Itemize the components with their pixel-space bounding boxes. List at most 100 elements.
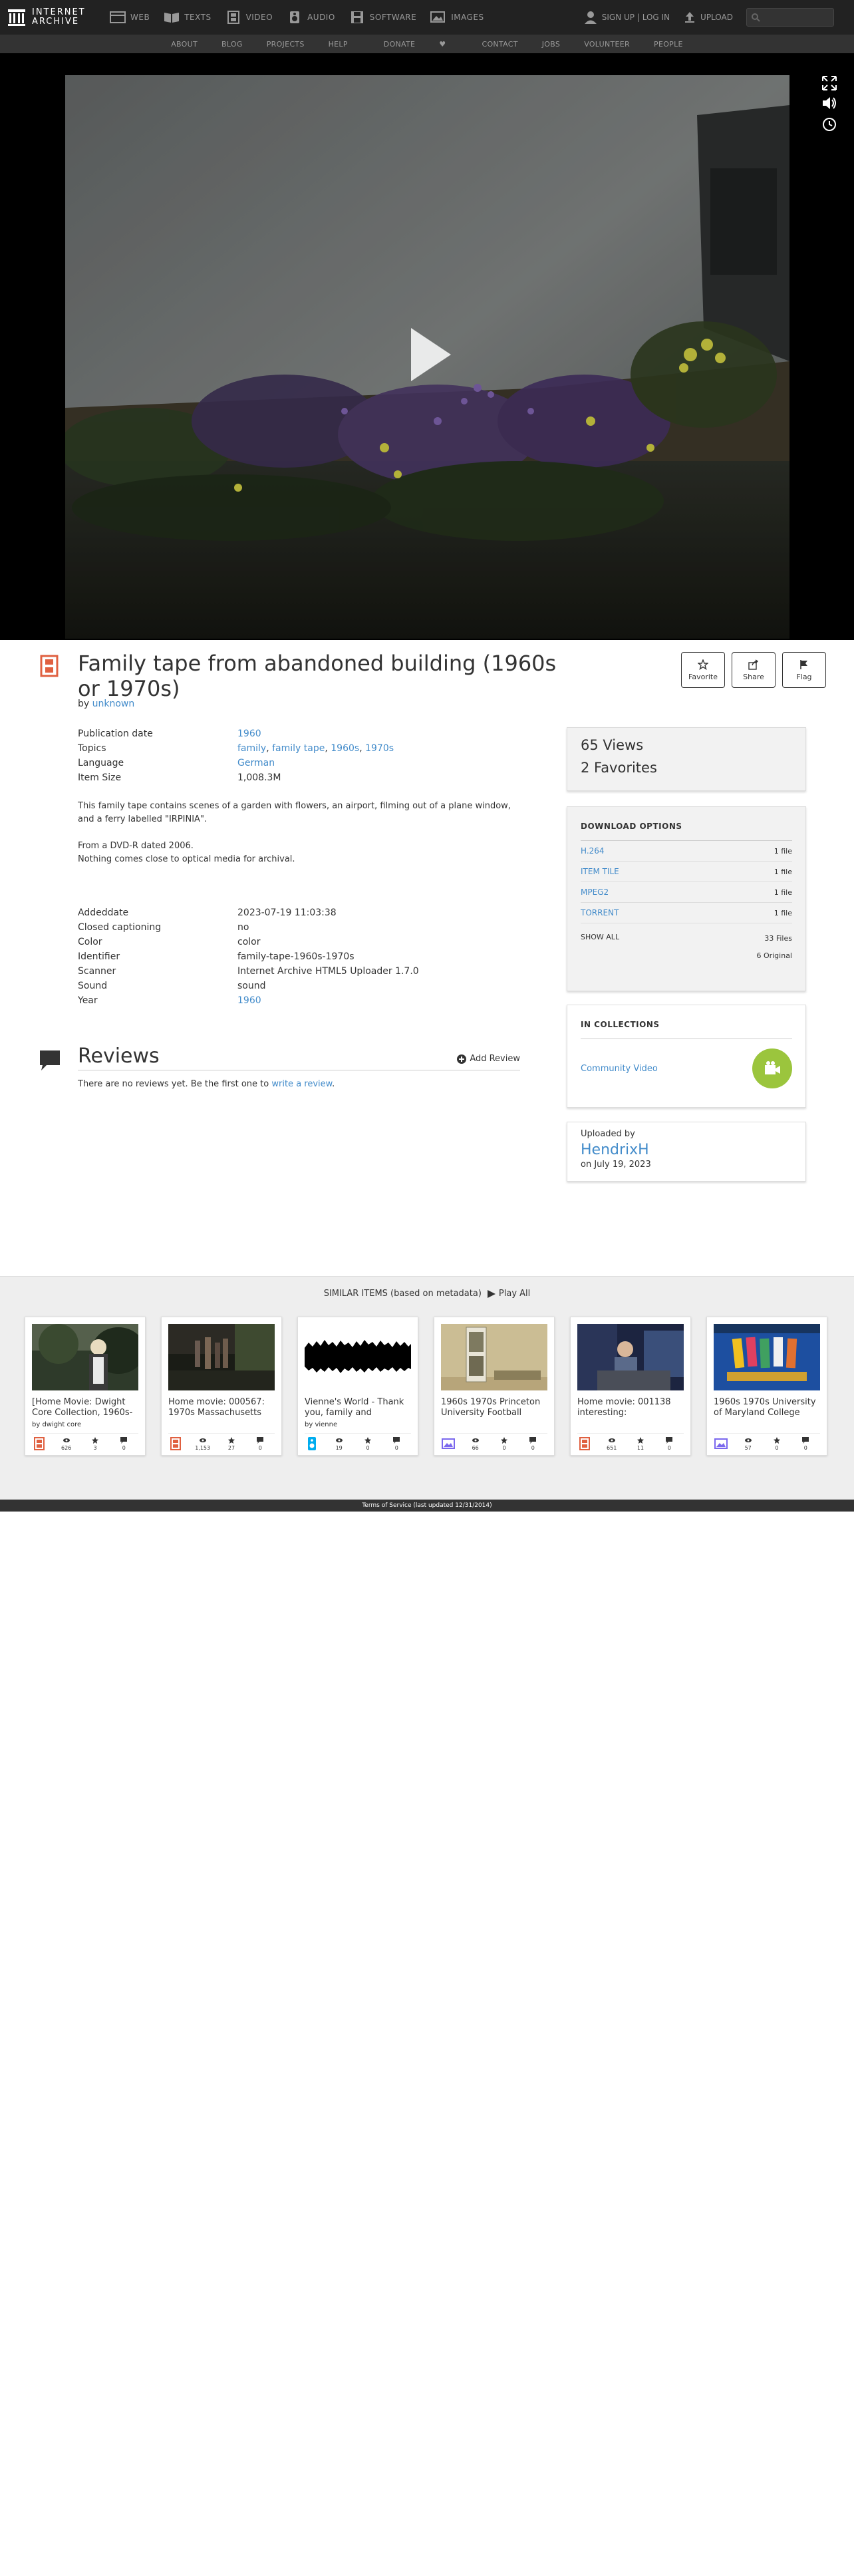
upload-link[interactable]: UPLOAD (683, 11, 733, 24)
flag-button[interactable]: Flag (782, 652, 826, 688)
volume-icon[interactable] (821, 94, 838, 112)
uploader-link[interactable]: HendrixH (581, 1142, 649, 1158)
item-thumbnail[interactable] (32, 1324, 138, 1390)
subnav-jobs[interactable]: JOBS (542, 40, 560, 49)
similar-item-card[interactable]: Vienne's World - Thank you, family and b… (297, 1317, 418, 1456)
similar-item-card[interactable]: 1960s 1970s Princeton University Footbal… (434, 1317, 555, 1456)
clock-icon[interactable] (821, 116, 838, 133)
download-link[interactable]: H.264 (581, 846, 605, 856)
subnav-projects[interactable]: PROJECTS (267, 40, 305, 49)
collection-thumbnail[interactable] (752, 1048, 792, 1088)
collection-link[interactable]: Community Video (581, 1064, 658, 1074)
uploader-panel: Uploaded by HendrixH on July 19, 2023 (567, 1122, 806, 1182)
play-all-button[interactable]: Play All (487, 1289, 530, 1299)
card-creator (577, 1421, 684, 1429)
card-title[interactable]: Home movie: 001138 interesting: (577, 1397, 684, 1420)
card-title[interactable]: 1960s 1970s University of Maryland Colle… (714, 1397, 820, 1420)
download-link[interactable]: TORRENT (581, 908, 619, 917)
item-thumbnail[interactable] (441, 1324, 547, 1390)
write-review-link[interactable]: write a review (271, 1079, 332, 1089)
card-creator (714, 1421, 820, 1429)
subnav-donate[interactable]: DONATE ♥ (372, 40, 458, 49)
archive-building-icon (8, 9, 25, 26)
reviews-header: Reviews Add Review (78, 1045, 520, 1070)
nav-images[interactable]: IMAGES (430, 10, 484, 25)
nav-software[interactable]: SOFTWARE (349, 10, 416, 25)
similar-items-section: SIMILAR ITEMS (based on metadata) Play A… (0, 1276, 854, 1500)
review-count: 0 (258, 1445, 262, 1451)
video-player[interactable] (0, 53, 854, 640)
subnav-contact[interactable]: CONTACT (482, 40, 517, 49)
card-title[interactable]: Home movie: 000567: 1970s Massachusetts (168, 1397, 275, 1420)
nav-texts[interactable]: TEXTS (163, 10, 211, 25)
item-thumbnail[interactable] (577, 1324, 684, 1390)
topic-link[interactable]: 1970s (365, 743, 394, 754)
show-all-link[interactable]: SHOW ALL (581, 933, 619, 965)
star-icon (637, 1437, 644, 1444)
card-title[interactable]: 1960s 1970s Princeton University Footbal… (441, 1397, 547, 1420)
item-thumbnail[interactable] (714, 1324, 820, 1390)
favorite-count: 11 (637, 1445, 644, 1451)
fullscreen-icon[interactable] (821, 75, 838, 92)
item-thumbnail[interactable] (168, 1324, 275, 1390)
similar-item-card[interactable]: Home movie: 001138 interesting: 651 11 0 (570, 1317, 691, 1456)
ia-logo[interactable]: INTERNET ARCHIVE (7, 5, 86, 29)
meta-label: Sound (78, 981, 108, 991)
nav-web[interactable]: WEB (109, 10, 150, 25)
creator-link[interactable]: unknown (92, 699, 135, 709)
comment-icon (802, 1437, 809, 1444)
play-icon[interactable] (65, 75, 789, 639)
review-count: 0 (394, 1445, 398, 1451)
meta-label: Scanner (78, 966, 116, 977)
meta-label: Addeddate (78, 907, 129, 918)
publication-date-link[interactable]: 1960 (237, 728, 261, 739)
plus-circle-icon (457, 1054, 467, 1064)
upload-date: on July 19, 2023 (581, 1160, 651, 1170)
comment-icon (529, 1437, 537, 1444)
logo-line2: ARCHIVE (32, 17, 80, 27)
eye-icon (608, 1438, 615, 1442)
subnav-volunteer[interactable]: VOLUNTEER (584, 40, 630, 49)
favorite-button[interactable]: Favorite (681, 652, 725, 688)
subnav-blog[interactable]: BLOG (221, 40, 243, 49)
add-review-button[interactable]: Add Review (457, 1054, 520, 1064)
signin-link[interactable]: SIGN UP | LOG IN (583, 10, 670, 25)
top-nav: INTERNET ARCHIVE WEB TEXTS VIDEO AUDIO S… (0, 0, 854, 35)
topic-link[interactable]: family (237, 743, 266, 754)
card-title[interactable]: [Home Movie: Dwight Core Collection, 196… (32, 1397, 138, 1420)
item-thumbnail[interactable] (305, 1324, 411, 1390)
web-icon (110, 11, 126, 23)
item-description: This family tape contains scenes of a ga… (78, 800, 517, 880)
search-input[interactable] (746, 8, 834, 27)
download-link[interactable]: MPEG2 (581, 887, 609, 897)
download-row: TORRENT 1 file (581, 903, 792, 923)
view-count: 57 (744, 1445, 752, 1451)
topic-link[interactable]: family tape (272, 743, 325, 754)
description-paragraph: This family tape contains scenes of a ga… (78, 801, 511, 824)
subnav-about[interactable]: ABOUT (171, 40, 198, 49)
nav-audio[interactable]: AUDIO (286, 10, 335, 25)
topic-link[interactable]: 1960s (331, 743, 359, 754)
similar-items-heading: SIMILAR ITEMS (based on metadata) (323, 1289, 482, 1299)
logo-line1: INTERNET (32, 7, 86, 17)
subnav-people[interactable]: PEOPLE (654, 40, 683, 49)
subnav-help[interactable]: HELP (329, 40, 348, 49)
similar-item-card[interactable]: 1960s 1970s University of Maryland Colle… (706, 1317, 827, 1456)
language-link[interactable]: German (237, 758, 275, 768)
similar-item-card[interactable]: [Home Movie: Dwight Core Collection, 196… (25, 1317, 146, 1456)
share-button[interactable]: Share (732, 652, 776, 688)
similar-item-card[interactable]: Home movie: 000567: 1970s Massachusetts … (161, 1317, 282, 1456)
year-link[interactable]: 1960 (237, 995, 261, 1006)
download-link[interactable]: ITEM TILE (581, 867, 619, 876)
audio-icon (308, 1437, 316, 1450)
review-count: 0 (803, 1445, 807, 1451)
nav-video[interactable]: VIDEO (225, 10, 273, 25)
video-frame[interactable] (65, 75, 789, 639)
meta-value: no (237, 922, 249, 933)
item-metadata-extra: Addeddate 2023-07-19 11:03:38 Closed capt… (78, 905, 503, 1008)
star-icon (773, 1437, 780, 1444)
card-title[interactable]: Vienne's World - Thank you, family and (305, 1397, 411, 1420)
terms-of-service-link[interactable]: Terms of Service (last updated 12/31/201… (0, 1500, 854, 1512)
star-icon (91, 1437, 98, 1444)
download-options-heading: DOWNLOAD OPTIONS (581, 822, 792, 841)
